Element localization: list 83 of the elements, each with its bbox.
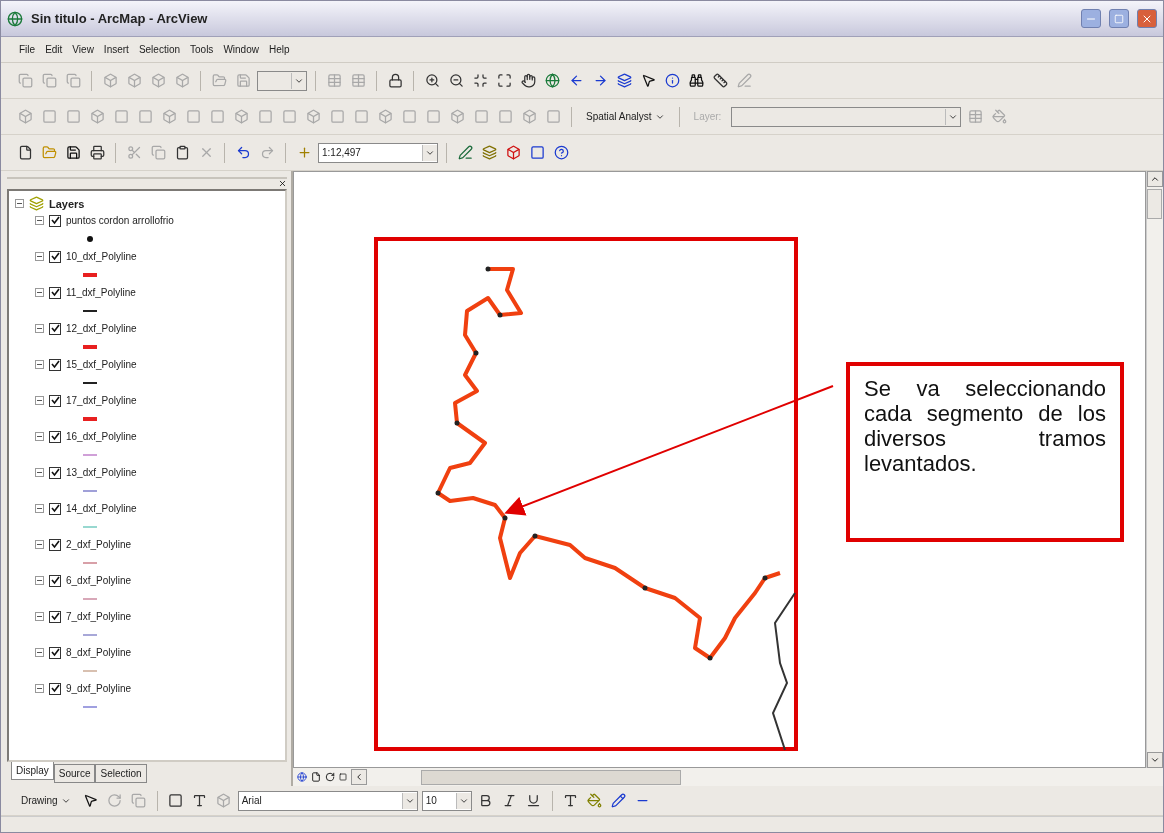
collapse-icon[interactable] (35, 576, 44, 585)
menu-item[interactable]: File (19, 44, 36, 55)
maximize-button[interactable] (1109, 9, 1129, 28)
layer-name[interactable]: 15_dxf_Polyline (66, 359, 137, 370)
callout-text: Se va seleccionando cada segmento de los diversos tramos levantados. (846, 362, 1124, 542)
layer-checkbox[interactable] (49, 358, 61, 371)
layers-icon (29, 196, 44, 211)
layer-name[interactable]: 16_dxf_Polyline (66, 431, 137, 442)
panel-tab[interactable]: Display (11, 762, 54, 780)
layer-name[interactable]: 14_dxf_Polyline (66, 503, 137, 514)
globe-icon (7, 10, 23, 27)
minimize-button[interactable] (1081, 9, 1101, 28)
menu-item[interactable]: Tools (190, 44, 214, 55)
collapse-icon[interactable] (35, 468, 44, 477)
maximize-icon (1114, 13, 1124, 24)
layer-name[interactable]: 17_dxf_Polyline (66, 395, 137, 406)
collapse-icon[interactable] (35, 504, 44, 513)
layer-checkbox[interactable] (49, 286, 61, 299)
layer-checkbox[interactable] (49, 610, 61, 623)
zoom-combo[interactable] (257, 70, 307, 91)
layer-checkbox[interactable] (49, 430, 61, 443)
collapse-icon[interactable] (35, 648, 44, 657)
menu-item[interactable]: Insert (103, 44, 129, 55)
menu-item[interactable]: Help (268, 44, 290, 55)
layer-checkbox[interactable] (49, 574, 61, 587)
collapse-icon[interactable] (35, 360, 44, 369)
layer-name[interactable]: 9_dxf_Polyline (66, 683, 132, 694)
layer-name[interactable]: 10_dxf_Polyline (66, 251, 137, 262)
menu-item[interactable]: Edit (45, 44, 63, 55)
collapse-icon[interactable] (35, 684, 44, 693)
layer-name[interactable]: 12_dxf_Polyline (66, 323, 137, 334)
layer-name[interactable]: 11_dxf_Polyline (66, 287, 136, 298)
map-canvas[interactable]: Se va seleccionando cada segmento de los diversos tramos levantados. (293, 171, 1146, 768)
drawing-menu[interactable]: Drawing (15, 795, 77, 806)
caret-icon (1150, 174, 1160, 184)
scroll-down-button[interactable] (1147, 752, 1163, 768)
layer-checkbox[interactable] (49, 682, 61, 695)
collapse-icon[interactable] (35, 324, 44, 333)
collapse-icon[interactable] (35, 612, 44, 621)
layer-name[interactable]: 8_dxf_Polyline (66, 647, 132, 658)
close-button[interactable] (1137, 9, 1157, 28)
layer-checkbox[interactable] (49, 646, 61, 659)
layer-checkbox[interactable] (49, 502, 61, 515)
scroll-up-button[interactable] (1147, 171, 1163, 187)
layers-root[interactable]: Layers (49, 197, 85, 210)
menu-item[interactable]: Window (223, 44, 259, 55)
caret-icon (354, 772, 364, 782)
layer-checkbox[interactable] (49, 394, 61, 407)
close-icon[interactable] (278, 179, 287, 188)
collapse-icon[interactable] (35, 288, 44, 297)
layer-checkbox[interactable] (49, 250, 61, 263)
layout-view-icon[interactable] (311, 772, 321, 782)
refresh-icon[interactable] (325, 772, 335, 782)
caret-icon (1150, 755, 1160, 765)
spatial-analyst-menu[interactable]: Spatial Analyst (580, 111, 671, 122)
layer-name[interactable]: puntos cordon arrollofrio (66, 215, 174, 226)
window-title: Sin titulo - ArcMap - ArcView (31, 11, 209, 26)
layer-checkbox[interactable] (49, 466, 61, 479)
layer-name[interactable]: 2_dxf_Polyline (66, 539, 132, 550)
collapse-icon[interactable] (35, 540, 44, 549)
data-view-icon[interactable] (297, 772, 307, 782)
scroll-left-button[interactable] (351, 769, 367, 785)
collapse-icon[interactable] (35, 252, 44, 261)
layer-checkbox[interactable] (49, 538, 61, 551)
layer-checkbox[interactable] (49, 322, 61, 335)
menu-item[interactable]: Selection (138, 44, 180, 55)
menu-item[interactable]: View (72, 44, 94, 55)
layer-checkbox[interactable] (49, 214, 61, 227)
collapse-icon[interactable] (35, 432, 44, 441)
panel-tab[interactable]: Selection (95, 764, 147, 783)
collapse-icon[interactable] (15, 199, 24, 208)
scale-combo[interactable]: 1:12,497 (318, 142, 438, 163)
layer-name[interactable]: 7_dxf_Polyline (66, 611, 132, 622)
collapse-icon[interactable] (35, 396, 44, 405)
scroll-thumb[interactable] (1147, 189, 1162, 219)
scroll-thumb[interactable] (421, 769, 681, 785)
layer-name[interactable]: 6_dxf_Polyline (66, 575, 132, 586)
panel-tab[interactable]: Source (53, 764, 96, 783)
layer-name[interactable]: 13_dxf_Polyline (66, 467, 137, 478)
font-combo[interactable]: Arial (237, 790, 418, 811)
collapse-icon[interactable] (35, 216, 44, 225)
layer-combo[interactable] (731, 106, 962, 127)
font-size-combo[interactable]: 10 (421, 790, 472, 811)
